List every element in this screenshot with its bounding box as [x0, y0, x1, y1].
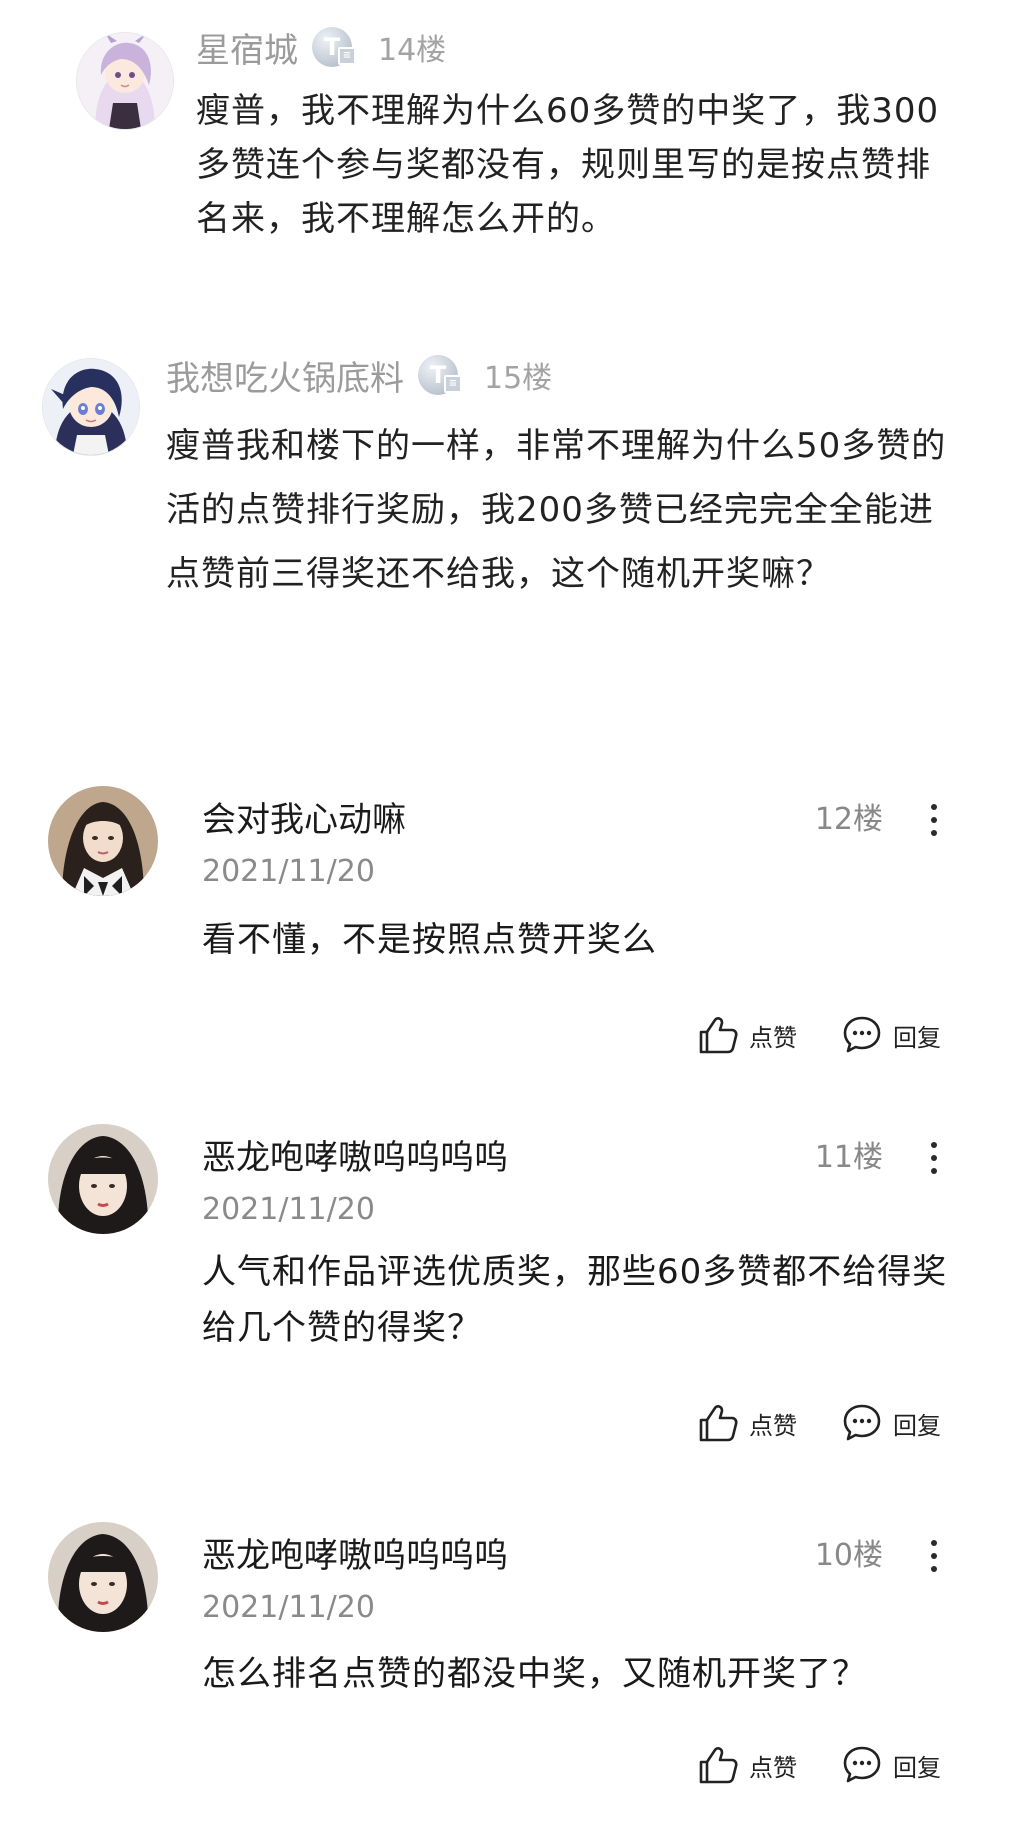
username[interactable]: 星宿城 — [196, 23, 298, 72]
avatar[interactable] — [48, 1124, 158, 1234]
username[interactable]: 会对我心动嘛 — [202, 798, 406, 842]
avatar-image — [43, 359, 139, 455]
level-badge-icon: T ≡ — [418, 355, 462, 395]
like-label: 点赞 — [749, 1023, 797, 1052]
comment-text: 人气和作品评选优质奖，那些60多赞都不给得奖给几个赞的得奖？ — [202, 1252, 948, 1348]
avatar-image — [48, 1124, 158, 1234]
speech-bubble-icon — [843, 1016, 881, 1053]
comment-text: 瘦普我和楼下的一样，非常不理解为什么50多赞的活的点赞排行奖励，我200多赞已经… — [166, 426, 947, 594]
comment-text: 瘦普，我不理解为什么60多赞的中奖了，我300多赞连个参与奖都没有，规则里写的是… — [196, 91, 940, 239]
like-button[interactable]: 点赞 — [697, 1744, 797, 1786]
reply-button[interactable]: 回复 — [841, 1402, 941, 1444]
username[interactable]: 我想吃火锅底料 — [166, 351, 404, 400]
username[interactable]: 恶龙咆哮嗷呜呜呜呜 — [202, 1136, 508, 1180]
level-badge-icon: T ≡ — [312, 27, 356, 67]
more-vertical-icon[interactable] — [919, 798, 949, 842]
more-vertical-icon[interactable] — [919, 1534, 949, 1578]
floor-number: 11楼 — [814, 1140, 883, 1175]
comment-text: 怎么排名点赞的都没中奖，又随机开奖了？ — [202, 1654, 867, 1694]
comment-actions: 点赞 回复 — [697, 1740, 941, 1790]
like-button[interactable]: 点赞 — [697, 1014, 797, 1056]
speech-bubble-icon — [843, 1746, 881, 1783]
comment-date: 2021/11/20 — [202, 854, 375, 889]
comment-text: 看不懂，不是按照点赞开奖么 — [202, 920, 657, 960]
thumbs-up-icon — [699, 1017, 738, 1054]
like-label: 点赞 — [749, 1411, 797, 1440]
thumbs-up-icon — [699, 1747, 738, 1784]
reply-label: 回复 — [893, 1411, 941, 1440]
floor-number: 10楼 — [814, 1538, 883, 1573]
comment-actions: 点赞 回复 — [697, 1398, 941, 1448]
avatar-image — [77, 33, 173, 129]
thumbs-up-icon — [699, 1405, 738, 1442]
speech-bubble-icon — [843, 1404, 881, 1441]
reply-label: 回复 — [893, 1753, 941, 1782]
avatar[interactable] — [48, 1522, 158, 1632]
more-vertical-icon[interactable] — [919, 1136, 949, 1180]
avatar[interactable] — [42, 358, 140, 456]
comment-date: 2021/11/20 — [202, 1590, 375, 1625]
avatar-image — [48, 786, 158, 896]
reply-button[interactable]: 回复 — [841, 1744, 941, 1786]
comment-actions: 点赞 回复 — [697, 1010, 941, 1060]
comment-date: 2021/11/20 — [202, 1192, 375, 1227]
like-button[interactable]: 点赞 — [697, 1402, 797, 1444]
username[interactable]: 恶龙咆哮嗷呜呜呜呜 — [202, 1534, 508, 1578]
floor-number: 14楼 — [378, 33, 447, 68]
avatar-image — [48, 1522, 158, 1632]
avatar[interactable] — [76, 32, 174, 130]
like-label: 点赞 — [749, 1753, 797, 1782]
reply-button[interactable]: 回复 — [841, 1014, 941, 1056]
reply-label: 回复 — [893, 1023, 941, 1052]
floor-number: 12楼 — [814, 802, 883, 837]
avatar[interactable] — [48, 786, 158, 896]
floor-number: 15楼 — [484, 361, 553, 396]
